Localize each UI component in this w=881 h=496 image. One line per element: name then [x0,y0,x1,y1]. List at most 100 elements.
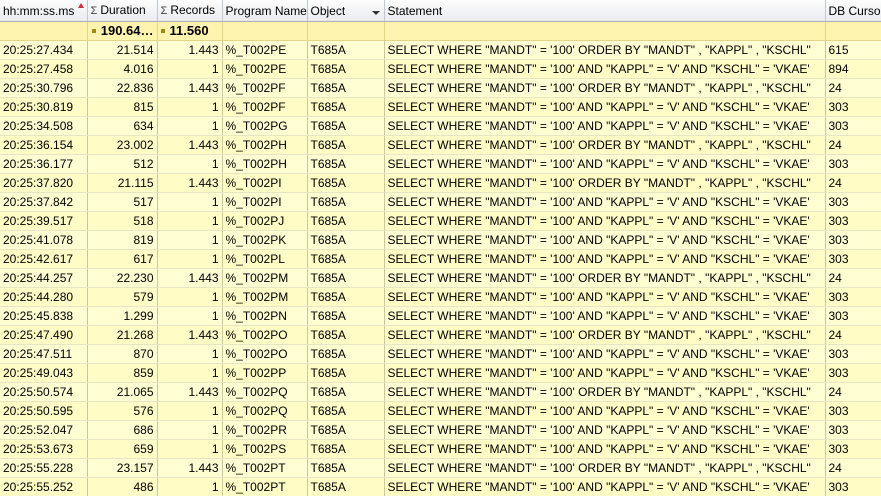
cell-object[interactable]: T685A [307,344,385,364]
cell-duration[interactable]: 21.268 [87,325,158,345]
cell-time[interactable]: 20:25:37.820 [0,173,88,193]
cell-cursor[interactable]: 303 [825,420,881,440]
cell-records[interactable]: 1.443 [157,78,223,98]
table-row[interactable]: 20:25:50.595 576 1 %_T002PQ T685A SELECT WHER… [0,401,881,421]
cell-statement[interactable]: SELECT WHERE "MANDT" = '100' AND "KAPPL"… [384,211,826,231]
table-row[interactable]: 20:25:30.819 815 1 %_T002PF T685A SELECT WHER… [0,97,881,117]
cell-duration[interactable]: 23.157 [87,458,158,478]
table-row[interactable]: 20:25:52.047 686 1 %_T002PR T685A SELECT WHER… [0,420,881,440]
cell-cursor[interactable]: 24 [825,268,881,288]
cell-statement[interactable]: SELECT WHERE "MANDT" = '100' ORDER BY "M… [384,382,826,402]
cell-duration[interactable]: 22.836 [87,78,158,98]
cell-duration[interactable]: 819 [87,230,158,250]
cell-object[interactable]: T685A [307,420,385,440]
cell-records[interactable]: 1 [157,344,223,364]
cell-object[interactable]: T685A [307,325,385,345]
cell-records[interactable]: 1 [157,401,223,421]
cell-statement[interactable]: SELECT WHERE "MANDT" = '100' AND "KAPPL"… [384,344,826,364]
cell-time[interactable]: 20:25:47.511 [0,344,88,364]
cell-program[interactable]: %_T002PT [222,458,308,478]
cell-records[interactable]: 1 [157,439,223,459]
cell-records[interactable]: 1 [157,97,223,117]
cell-program[interactable]: %_T002PM [222,268,308,288]
cell-time[interactable]: 20:25:50.595 [0,401,88,421]
cell-cursor[interactable]: 615 [825,40,881,60]
cell-time[interactable]: 20:25:36.154 [0,135,88,155]
cell-time[interactable]: 20:25:52.047 [0,420,88,440]
cell-cursor[interactable]: 303 [825,306,881,326]
cell-statement[interactable]: SELECT WHERE "MANDT" = '100' ORDER BY "M… [384,325,826,345]
cell-program[interactable]: %_T002PT [222,477,308,496]
cell-cursor[interactable]: 303 [825,192,881,212]
cell-object[interactable]: T685A [307,230,385,250]
cell-program[interactable]: %_T002PH [222,154,308,174]
cell-time[interactable]: 20:25:50.574 [0,382,88,402]
cell-program[interactable]: %_T002PR [222,420,308,440]
cell-records[interactable]: 1 [157,306,223,326]
cell-cursor[interactable]: 303 [825,154,881,174]
cell-cursor[interactable]: 303 [825,477,881,496]
cell-cursor[interactable]: 303 [825,211,881,231]
cell-statement[interactable]: SELECT WHERE "MANDT" = '100' AND "KAPPL"… [384,249,826,269]
cell-statement[interactable]: SELECT WHERE "MANDT" = '100' AND "KAPPL"… [384,59,826,79]
table-row[interactable]: 20:25:55.228 23.157 1.443 %_T002PT T685A SELE… [0,458,881,478]
cell-statement[interactable]: SELECT WHERE "MANDT" = '100' AND "KAPPL"… [384,401,826,421]
table-row[interactable]: 20:25:36.154 23.002 1.443 %_T002PH T685A SELE… [0,135,881,155]
cell-time[interactable]: 20:25:44.280 [0,287,88,307]
cell-cursor[interactable]: 303 [825,97,881,117]
cell-duration[interactable]: 686 [87,420,158,440]
table-row[interactable]: 20:25:50.574 21.065 1.443 %_T002PQ T685A SELE… [0,382,881,402]
cell-object[interactable]: T685A [307,306,385,326]
cell-duration[interactable]: 518 [87,211,158,231]
cell-time[interactable]: 20:25:30.796 [0,78,88,98]
cell-program[interactable]: %_T002PI [222,192,308,212]
cell-object[interactable]: T685A [307,154,385,174]
cell-records[interactable]: 1 [157,211,223,231]
cell-cursor[interactable]: 894 [825,59,881,79]
cell-object[interactable]: T685A [307,135,385,155]
table-row[interactable]: 20:25:41.078 819 1 %_T002PK T685A SELECT WHER… [0,230,881,250]
cell-records[interactable]: 1 [157,249,223,269]
cell-object[interactable]: T685A [307,439,385,459]
cell-duration[interactable]: 659 [87,439,158,459]
cell-statement[interactable]: SELECT WHERE "MANDT" = '100' AND "KAPPL"… [384,477,826,496]
column-header-records[interactable]: Σ Records [157,0,223,22]
filter-dropdown-icon[interactable] [371,11,380,15]
cell-records[interactable]: 1 [157,287,223,307]
cell-duration[interactable]: 23.002 [87,135,158,155]
table-row[interactable]: 20:25:49.043 859 1 %_T002PP T685A SELECT WHER… [0,363,881,383]
cell-records[interactable]: 1 [157,154,223,174]
cell-time[interactable]: 20:25:45.838 [0,306,88,326]
cell-records[interactable]: 1.443 [157,40,223,60]
cell-records[interactable]: 1 [157,363,223,383]
table-row[interactable]: 20:25:37.842 517 1 %_T002PI T685A SELECT WHER… [0,192,881,212]
cell-statement[interactable]: SELECT WHERE "MANDT" = '100' AND "KAPPL"… [384,306,826,326]
column-header-duration[interactable]: Σ Duration [87,0,158,22]
cell-cursor[interactable]: 303 [825,116,881,136]
table-row[interactable]: 20:25:37.820 21.115 1.443 %_T002PI T685A SELE… [0,173,881,193]
cell-program[interactable]: %_T002PS [222,439,308,459]
cell-time[interactable]: 20:25:44.257 [0,268,88,288]
cell-object[interactable]: T685A [307,78,385,98]
cell-statement[interactable]: SELECT WHERE "MANDT" = '100' AND "KAPPL"… [384,97,826,117]
cell-statement[interactable]: SELECT WHERE "MANDT" = '100' ORDER BY "M… [384,173,826,193]
cell-program[interactable]: %_T002PF [222,97,308,117]
table-row[interactable]: 20:25:30.796 22.836 1.443 %_T002PF T685A SELE… [0,78,881,98]
cell-time[interactable]: 20:25:39.517 [0,211,88,231]
cell-cursor[interactable]: 24 [825,458,881,478]
cell-cursor[interactable]: 303 [825,249,881,269]
cell-object[interactable]: T685A [307,211,385,231]
cell-program[interactable]: %_T002PJ [222,211,308,231]
column-header-time[interactable]: hh:mm:ss.ms [0,0,88,22]
cell-program[interactable]: %_T002PN [222,306,308,326]
cell-object[interactable]: T685A [307,363,385,383]
cell-object[interactable]: T685A [307,116,385,136]
table-row[interactable]: 20:25:34.508 634 1 %_T002PG T685A SELECT WHER… [0,116,881,136]
cell-records[interactable]: 1 [157,116,223,136]
cell-program[interactable]: %_T002PP [222,363,308,383]
cell-time[interactable]: 20:25:47.490 [0,325,88,345]
cell-statement[interactable]: SELECT WHERE "MANDT" = '100' ORDER BY "M… [384,40,826,60]
cell-object[interactable]: T685A [307,268,385,288]
cell-cursor[interactable]: 303 [825,363,881,383]
table-row[interactable]: 20:25:27.458 4.016 1 %_T002PE T685A SELECT WH… [0,59,881,79]
